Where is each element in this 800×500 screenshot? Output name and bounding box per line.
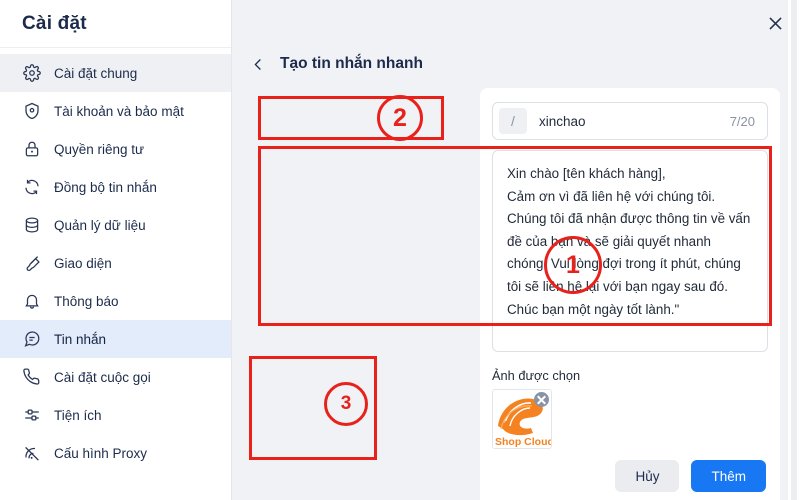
gear-icon bbox=[22, 64, 41, 83]
attachment-label: Ảnh được chọn bbox=[492, 368, 581, 383]
scrollbar-thumb[interactable] bbox=[791, 0, 797, 500]
sidebar-item-data-management[interactable]: Quản lý dữ liệu bbox=[0, 206, 231, 244]
sidebar-item-label: Đồng bộ tin nhắn bbox=[54, 179, 157, 195]
breadcrumb: Tạo tin nhắn nhanh bbox=[232, 46, 800, 82]
submit-button[interactable]: Thêm bbox=[691, 460, 766, 492]
back-button[interactable] bbox=[250, 56, 266, 72]
quick-message-form-card: / 7/20 Xin chào [tên khách hàng], Cảm ơn… bbox=[480, 88, 780, 500]
attachment-section: Ảnh được chọn Shop Cloud bbox=[492, 368, 768, 449]
message-text: Xin chào [tên khách hàng], Cảm ơn vì đã … bbox=[507, 166, 751, 317]
dialog-topbar bbox=[232, 0, 800, 46]
chat-bubble-icon bbox=[22, 330, 41, 349]
sidebar-item-label: Quyền riêng tư bbox=[54, 141, 145, 157]
sidebar-item-account-security[interactable]: Tài khoản và bảo mật bbox=[0, 92, 231, 130]
page-title: Cài đặt bbox=[22, 12, 87, 34]
phone-icon bbox=[22, 368, 41, 387]
main-panel: Tạo tin nhắn nhanh / 7/20 Xin chào [tên … bbox=[232, 0, 800, 500]
chevron-left-icon bbox=[253, 58, 261, 70]
shortcut-field-wrap: / 7/20 bbox=[492, 102, 768, 140]
sync-icon bbox=[22, 178, 41, 197]
shortcut-field[interactable]: / 7/20 bbox=[492, 102, 768, 140]
settings-sidebar: Cài đặt Cài đặt chung Tài khoản và bảo m… bbox=[0, 0, 232, 500]
message-textarea[interactable]: Xin chào [tên khách hàng], Cảm ơn vì đã … bbox=[492, 150, 768, 352]
svg-text:Shop Cloud: Shop Cloud bbox=[495, 436, 552, 448]
sidebar-item-label: Tài khoản và bảo mật bbox=[54, 103, 184, 119]
sidebar-header: Cài đặt bbox=[0, 0, 231, 48]
message-field-wrap: Xin chào [tên khách hàng], Cảm ơn vì đã … bbox=[492, 150, 768, 352]
sidebar-item-label: Cấu hình Proxy bbox=[54, 445, 148, 461]
sidebar-item-label: Tin nhắn bbox=[54, 331, 107, 347]
sidebar-item-label: Tiện ích bbox=[54, 407, 102, 423]
shortcut-input[interactable] bbox=[527, 113, 730, 129]
slash-prefix-badge: / bbox=[499, 108, 527, 134]
sidebar-item-label: Thông báo bbox=[54, 293, 119, 309]
settings-dialog: Cài đặt Cài đặt chung Tài khoản và bảo m… bbox=[0, 0, 800, 500]
scrollbar-track[interactable] bbox=[788, 0, 800, 500]
sidebar-item-proxy-config[interactable]: Cấu hình Proxy bbox=[0, 434, 231, 472]
sidebar-nav: Cài đặt chung Tài khoản và bảo mật Quyền… bbox=[0, 48, 231, 472]
sidebar-item-label: Cài đặt chung bbox=[54, 65, 138, 81]
sidebar-item-messages[interactable]: Tin nhắn bbox=[0, 320, 231, 358]
dialog-title: Tạo tin nhắn nhanh bbox=[280, 55, 423, 72]
character-counter: 7/20 bbox=[729, 113, 755, 129]
sidebar-item-label: Cài đặt cuộc gọi bbox=[54, 369, 151, 385]
remove-attachment-button[interactable] bbox=[534, 392, 549, 407]
cancel-button[interactable]: Hủy bbox=[615, 460, 680, 492]
sidebar-item-utilities[interactable]: Tiện ích bbox=[0, 396, 231, 434]
lock-icon bbox=[22, 140, 41, 159]
dialog-footer: Hủy Thêm bbox=[615, 460, 766, 492]
attachment-thumbnail[interactable]: Shop Cloud bbox=[492, 389, 552, 449]
sidebar-item-general-settings[interactable]: Cài đặt chung bbox=[0, 54, 231, 92]
close-button[interactable] bbox=[760, 8, 790, 38]
sidebar-item-appearance[interactable]: Giao diện bbox=[0, 244, 231, 282]
sidebar-item-privacy[interactable]: Quyền riêng tư bbox=[0, 130, 231, 168]
sidebar-item-label: Giao diện bbox=[54, 255, 112, 271]
proxy-icon bbox=[22, 444, 41, 463]
sliders-icon bbox=[22, 406, 41, 425]
sidebar-item-call-settings[interactable]: Cài đặt cuộc gọi bbox=[0, 358, 231, 396]
sidebar-item-label: Quản lý dữ liệu bbox=[54, 217, 146, 233]
sidebar-item-notifications[interactable]: Thông báo bbox=[0, 282, 231, 320]
sidebar-item-sync-messages[interactable]: Đồng bộ tin nhắn bbox=[0, 168, 231, 206]
brush-icon bbox=[22, 254, 41, 273]
close-icon bbox=[768, 16, 782, 30]
database-icon bbox=[22, 216, 41, 235]
bell-icon bbox=[22, 292, 41, 311]
shield-icon bbox=[22, 102, 41, 121]
close-circle-icon bbox=[537, 395, 546, 404]
